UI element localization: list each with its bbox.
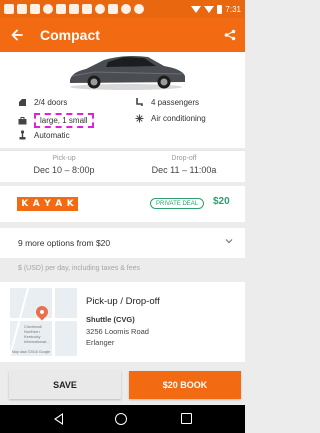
notification-icon — [30, 4, 40, 14]
notification-icon — [43, 4, 53, 14]
location-name: Shuttle (CVG) — [86, 315, 135, 324]
nav-home-icon[interactable] — [115, 413, 127, 425]
feature-ac: Air conditioning — [134, 113, 206, 123]
back-button[interactable] — [0, 18, 34, 52]
feature-ac-label: Air conditioning — [151, 113, 206, 123]
feature-passengers-label: 4 passengers — [151, 97, 200, 107]
feature-bags-label: large, 1 small — [34, 113, 94, 128]
battery-icon — [217, 4, 223, 14]
feature-transmission-label: Automatic — [34, 130, 70, 140]
nav-recents-icon[interactable] — [181, 413, 192, 424]
feature-bags: large, 1 small — [17, 113, 94, 128]
address-line2: Erlanger — [86, 338, 115, 347]
dropoff-info: Drop-off Dec 11 – 11:00a — [124, 155, 244, 175]
address-line1: 3256 Loomis Road — [86, 327, 149, 336]
wifi-icon — [191, 5, 202, 13]
feature-doors: 2/4 doors — [17, 97, 67, 107]
private-deal-badge: PRIVATE DEAL — [150, 198, 205, 209]
car-door-icon — [17, 97, 27, 107]
price-note: $ (USD) per day, including taxes & fees — [18, 265, 141, 272]
deal-price: $20 — [213, 196, 230, 207]
pickup-label: Pick-up — [52, 155, 76, 162]
notification-icon — [82, 4, 92, 14]
notification-icon — [69, 4, 79, 14]
dropoff-value: Dec 11 – 11:00a — [151, 165, 217, 175]
arrow-left-icon — [11, 29, 23, 41]
seat-icon — [134, 97, 144, 107]
status-bar: 7:31 — [0, 0, 245, 18]
notification-icons — [4, 4, 191, 14]
more-options-label: 9 more options from $20 — [18, 238, 111, 248]
share-button[interactable] — [215, 18, 245, 52]
notification-icon — [108, 4, 118, 14]
save-button[interactable]: SAVE — [9, 371, 121, 399]
chevron-down-icon — [225, 239, 233, 244]
feature-passengers: 4 passengers — [134, 97, 199, 107]
nav-back-icon[interactable] — [54, 413, 63, 425]
share-icon — [224, 29, 236, 41]
location-title: Pick-up / Drop-off — [86, 296, 160, 307]
clock: 7:31 — [225, 4, 241, 14]
notification-icon — [134, 4, 144, 14]
pickup-dropoff-row: Pick-up Dec 10 – 8:00p Drop-off Dec 11 –… — [0, 150, 245, 182]
deal-row[interactable]: K A Y A K PRIVATE DEAL $20 — [0, 186, 245, 222]
map-thumbnail[interactable]: Cincinnati Northern Kentucky Internation… — [10, 288, 77, 356]
notification-icon — [121, 4, 131, 14]
pickup-value: Dec 10 – 8:00p — [33, 165, 95, 175]
book-button[interactable]: $20 BOOK — [129, 371, 241, 399]
snowflake-icon — [134, 113, 144, 123]
notification-icon — [95, 4, 105, 14]
feature-doors-label: 2/4 doors — [34, 97, 68, 107]
kayak-logo: K A Y A K — [17, 197, 78, 211]
car-panel — [0, 52, 245, 92]
map-text: Cincinnati Northern Kentucky Internation… — [24, 324, 50, 344]
pickup-location-card[interactable]: Cincinnati Northern Kentucky Internation… — [0, 282, 245, 362]
more-options-row[interactable]: 9 more options from $20 — [0, 228, 245, 258]
dropoff-label: Drop-off — [171, 155, 197, 162]
notification-icon — [17, 4, 27, 14]
signal-icon — [204, 5, 215, 13]
map-credit: Map data ©2016 Google — [12, 350, 51, 354]
app-bar: Compact — [0, 18, 245, 52]
page-title: Compact — [40, 27, 100, 43]
system-nav-bar — [0, 405, 245, 433]
notification-icon — [4, 4, 14, 14]
car-image — [70, 56, 185, 90]
pickup-info: Pick-up Dec 10 – 8:00p — [4, 155, 124, 175]
feature-transmission: Automatic — [17, 130, 70, 140]
suitcase-icon — [17, 116, 27, 126]
notification-icon — [56, 4, 66, 14]
gear-shift-icon — [17, 130, 27, 140]
car-features: 2/4 doors 4 passengers large, 1 small Ai… — [0, 92, 245, 148]
